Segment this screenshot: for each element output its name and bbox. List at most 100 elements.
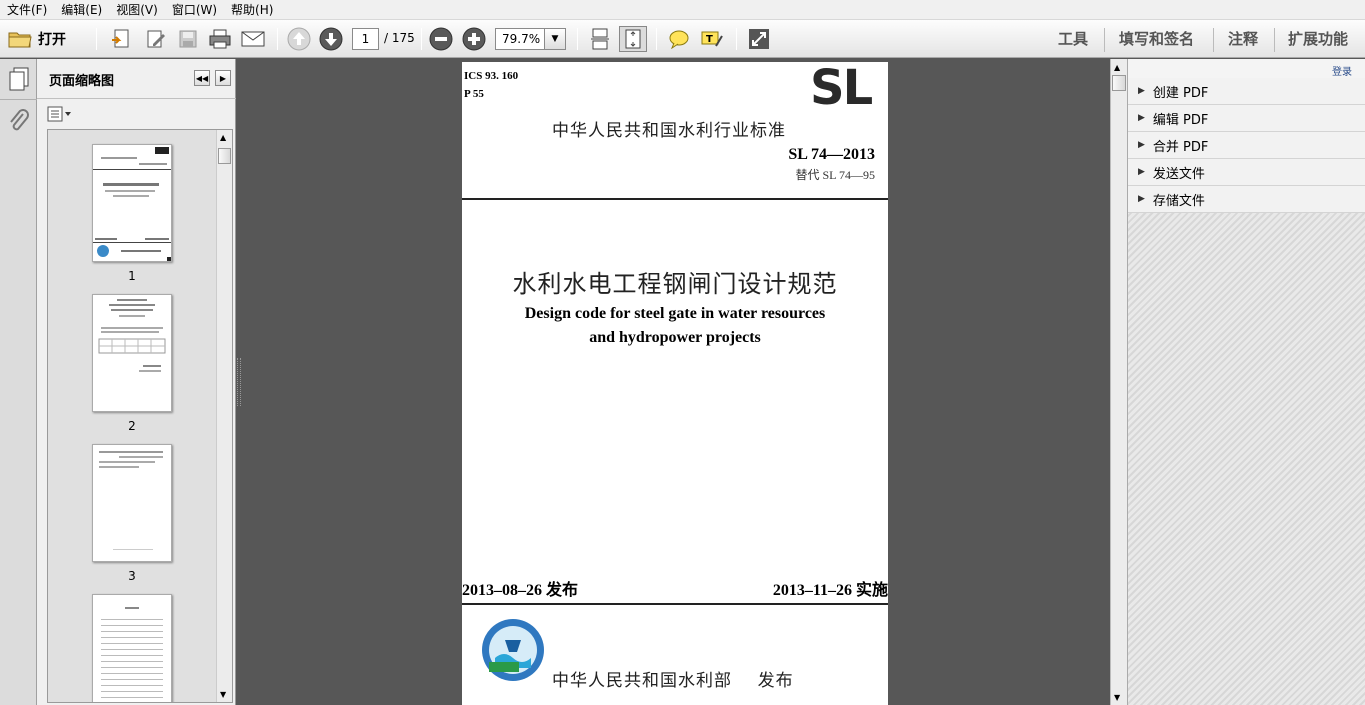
panel-splitter[interactable] — [237, 358, 241, 406]
arrow-up-icon — [287, 27, 311, 51]
ics-code: ICS 93. 160 — [464, 70, 519, 82]
login-link[interactable]: 登录 — [1332, 63, 1352, 78]
open-label: 打开 — [38, 32, 66, 48]
triangle-right-icon: ▶ — [1138, 140, 1145, 150]
open-button[interactable]: 打开 — [8, 26, 80, 52]
triangle-right-icon: ▶ — [1138, 194, 1145, 204]
chevron-right-icon: ▶ — [219, 73, 227, 83]
page-2-preview — [98, 299, 166, 372]
arrow-down-icon — [319, 27, 343, 51]
menu-bar: 文件(F) 编辑(E) 视图(V) 窗口(W) 帮助(H) — [0, 0, 1365, 20]
thumbnail-scroll-thumb[interactable] — [218, 148, 231, 164]
expand-icon — [749, 29, 769, 49]
chevron-down-icon: ▼ — [551, 34, 559, 44]
plus-circle-icon — [462, 27, 486, 51]
task-label: 编辑 PDF — [1152, 112, 1209, 128]
task-label: 创建 PDF — [1152, 85, 1209, 101]
scroll-mode-button[interactable] — [587, 26, 613, 52]
bottom-rule — [462, 603, 888, 605]
tab-extended[interactable]: 扩展功能 — [1288, 28, 1348, 50]
expand-panel-button[interactable]: ▶ — [215, 70, 231, 86]
zoom-in-button[interactable] — [461, 26, 487, 52]
task-label: 合并 PDF — [1152, 139, 1209, 155]
edit-button[interactable] — [143, 26, 169, 52]
thumbnail-options-button[interactable] — [47, 106, 73, 125]
minus-circle-icon — [429, 27, 453, 51]
thumbnail-label-2: 2 — [128, 419, 136, 433]
task-label: 发送文件 — [1152, 166, 1205, 182]
create-pdf-button[interactable] — [108, 26, 134, 52]
document-scrollbar[interactable]: ▲ ▼ — [1110, 59, 1127, 705]
thumbnail-page-2[interactable] — [92, 294, 172, 412]
thumbnail-page-1[interactable] — [92, 144, 172, 262]
double-chevron-left-icon: ◀◀ — [195, 73, 209, 83]
task-create-pdf[interactable]: ▶ 创建 PDF — [1128, 78, 1365, 105]
standard-number: SL 74—2013 — [788, 146, 875, 163]
title-english-line1: Design code for steel gate in water reso… — [524, 305, 826, 322]
fullscreen-button[interactable] — [746, 26, 772, 52]
sl-logo: SL — [810, 62, 873, 116]
thumbnail-label-3: 3 — [128, 569, 136, 583]
scroll-up-icon[interactable]: ▲ — [220, 133, 226, 142]
zoom-out-button[interactable] — [428, 26, 454, 52]
task-send-file[interactable]: ▶ 发送文件 — [1128, 159, 1365, 186]
menu-window[interactable]: 窗口(W) — [165, 0, 224, 20]
page-4-preview — [101, 607, 163, 698]
next-page-button[interactable] — [318, 26, 344, 52]
options-list-icon — [47, 106, 71, 122]
page-1-preview — [93, 147, 171, 261]
page-3-preview — [99, 451, 163, 550]
ministry-seal — [481, 618, 545, 685]
thumbnail-page-4[interactable] — [92, 594, 172, 702]
replaces-note: 替代 SL 74—95 — [795, 168, 875, 182]
collapse-panel-button[interactable]: ◀◀ — [194, 70, 210, 86]
pages-icon — [9, 67, 29, 91]
folder-icon — [8, 32, 32, 48]
email-button[interactable] — [240, 26, 266, 52]
title-chinese: 水利水电工程钢闸门设计规范 — [512, 270, 838, 298]
envelope-icon — [241, 31, 265, 47]
tab-fill-sign[interactable]: 填写和签名 — [1119, 28, 1194, 50]
fit-page-button[interactable] — [619, 26, 647, 52]
tab-tools[interactable]: 工具 — [1058, 28, 1088, 50]
comment-button[interactable] — [666, 26, 692, 52]
task-edit-pdf[interactable]: ▶ 编辑 PDF — [1128, 105, 1365, 132]
menu-view[interactable]: 视图(V) — [109, 0, 165, 20]
thumbnail-label-1: 1 — [128, 269, 136, 283]
highlight-text-icon: T — [701, 31, 723, 47]
page-scroll-icon — [591, 28, 609, 50]
menu-help[interactable]: 帮助(H) — [224, 0, 280, 20]
task-label: 存储文件 — [1152, 193, 1205, 209]
thumbnail-scrollbar[interactable]: ▲ ▼ — [216, 130, 232, 702]
task-merge-pdf[interactable]: ▶ 合并 PDF — [1128, 132, 1365, 159]
highlight-button[interactable]: T — [699, 26, 725, 52]
issue-date: 2013–08–26 发布 — [462, 582, 579, 599]
save-button[interactable] — [175, 26, 201, 52]
task-store-file[interactable]: ▶ 存储文件 — [1128, 186, 1365, 213]
zoom-dropdown-button[interactable]: ▼ — [544, 28, 566, 50]
p-code: P 55 — [464, 88, 484, 100]
previous-page-button[interactable] — [286, 26, 312, 52]
triangle-right-icon: ▶ — [1138, 167, 1145, 177]
thumbnail-list[interactable]: 1 2 3 ▲ ▼ — [47, 129, 233, 703]
scroll-down-icon[interactable]: ▼ — [220, 690, 226, 699]
svg-text:T: T — [706, 34, 713, 45]
menu-edit[interactable]: 编辑(E) — [54, 0, 109, 20]
doc-scroll-down-icon[interactable]: ▼ — [1114, 693, 1120, 702]
zoom-input[interactable]: 79.7% — [495, 28, 545, 50]
menu-file[interactable]: 文件(F) — [0, 0, 54, 20]
document-page: ICS 93. 160 P 55 SL 中华人民共和国水利行业标准 SL 74—… — [462, 62, 888, 705]
document-arrow-icon — [112, 29, 129, 48]
attachments-panel-button[interactable] — [8, 109, 30, 138]
page-number-input[interactable]: 1 — [352, 28, 379, 50]
save-icon — [179, 30, 197, 48]
triangle-right-icon: ▶ — [1138, 113, 1145, 123]
print-button[interactable] — [207, 26, 233, 52]
triangle-right-icon: ▶ — [1138, 86, 1145, 96]
top-rule — [462, 198, 888, 200]
tab-comment[interactable]: 注释 — [1228, 28, 1258, 50]
document-scroll-thumb[interactable] — [1112, 75, 1126, 91]
doc-scroll-up-icon[interactable]: ▲ — [1114, 63, 1120, 72]
thumbnail-page-3[interactable] — [92, 444, 172, 562]
pages-panel-button[interactable] — [8, 67, 30, 94]
